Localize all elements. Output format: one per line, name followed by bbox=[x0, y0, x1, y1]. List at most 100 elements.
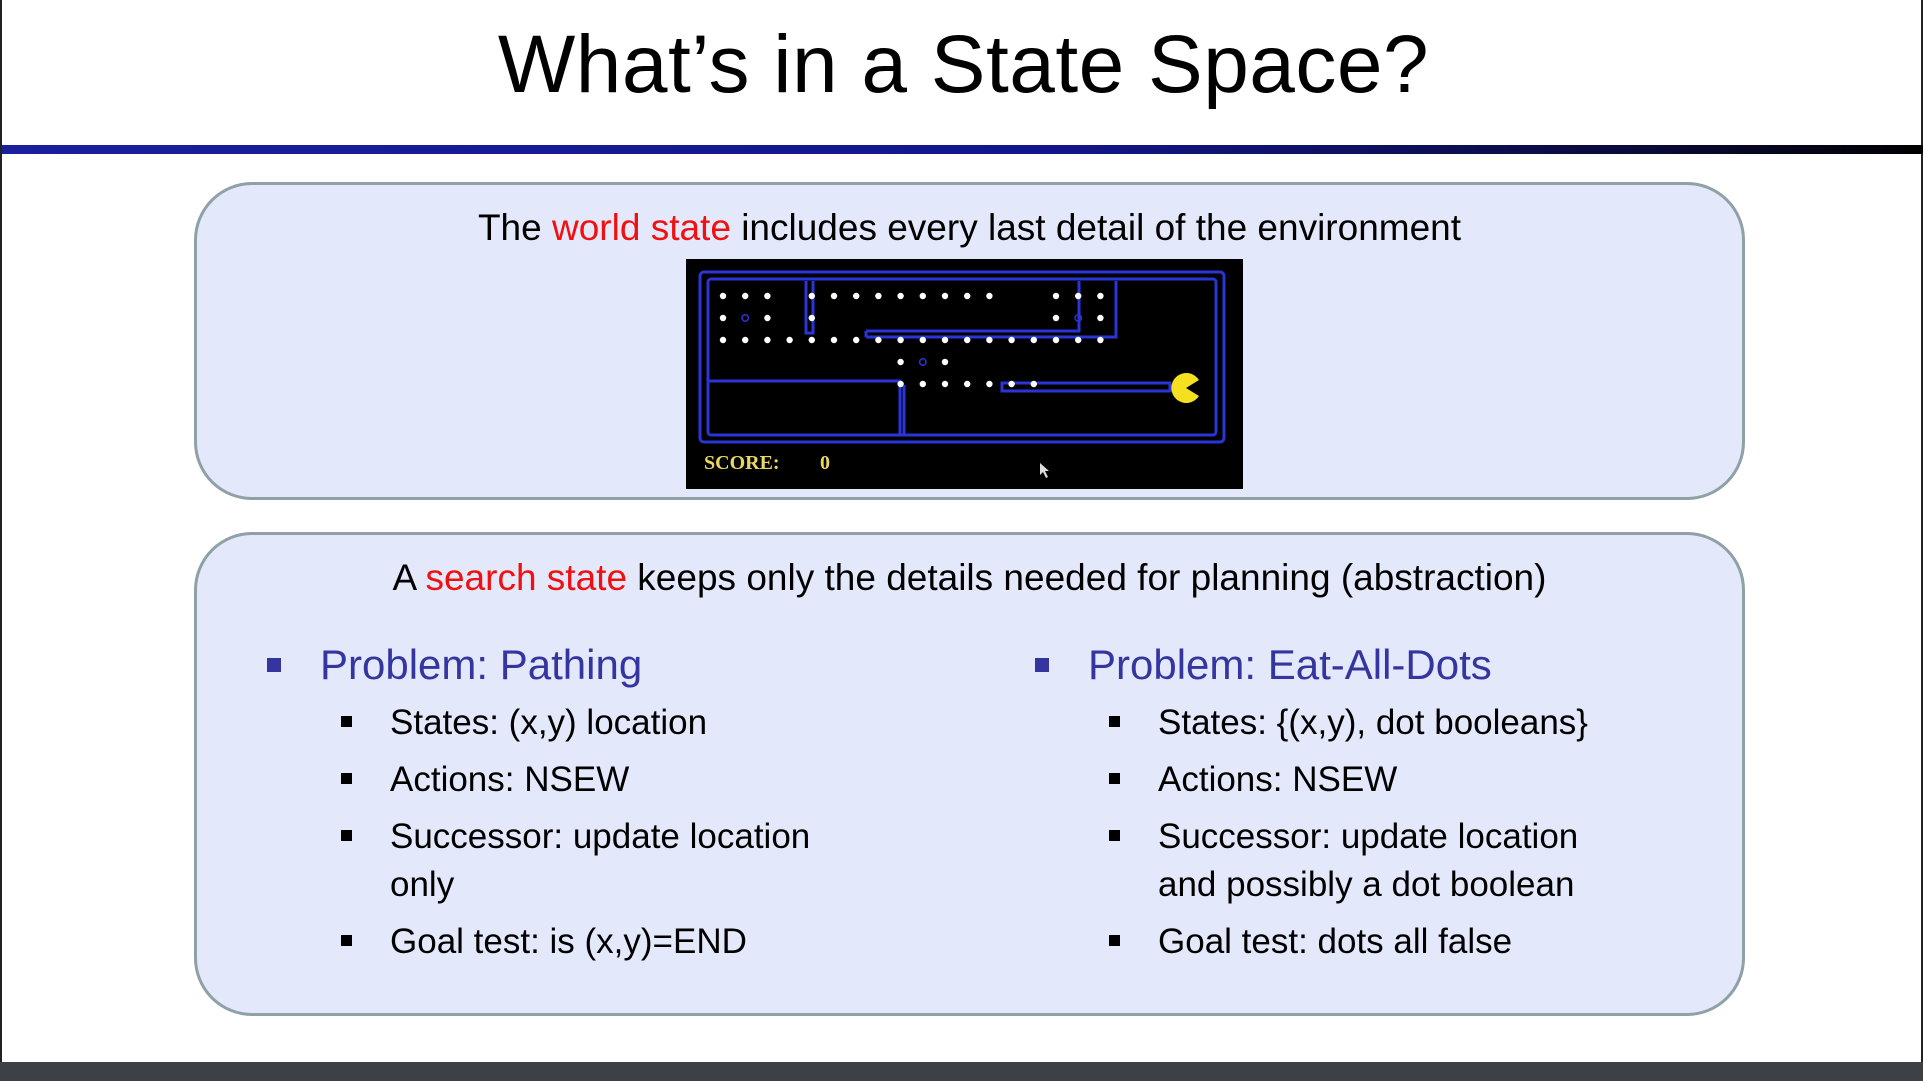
food-dots bbox=[719, 292, 1104, 388]
food-dot bbox=[830, 292, 838, 300]
search-state-term: search state bbox=[425, 557, 628, 598]
pacman-game-screenshot: SCORE: 0 bbox=[686, 259, 1243, 489]
bullet-icon bbox=[1109, 773, 1120, 784]
food-dot bbox=[986, 292, 993, 300]
food-dot bbox=[964, 336, 971, 344]
item-text: Successor: update location only bbox=[390, 817, 811, 904]
item-text: Goal test: dots all false bbox=[1158, 922, 1513, 961]
pathing-column: Problem: Pathing States: (x,y) location … bbox=[267, 635, 860, 975]
food-dot bbox=[853, 336, 860, 344]
eat-all-dots-heading: Problem: Eat-All-Dots bbox=[1035, 635, 1628, 695]
search-state-caption: A search state keeps only the details ne… bbox=[197, 557, 1742, 599]
food-dot bbox=[719, 336, 727, 344]
food-dot bbox=[1097, 292, 1104, 300]
item-text: Successor: update location and possibly … bbox=[1158, 817, 1579, 904]
item-text: Goal test: is (x,y)=END bbox=[390, 922, 747, 961]
caption-text: A bbox=[392, 557, 426, 598]
food-dot bbox=[786, 336, 793, 344]
eat-all-dots-column: Problem: Eat-All-Dots States: {(x,y), do… bbox=[1035, 635, 1628, 975]
world-state-term: world state bbox=[552, 207, 731, 248]
search-state-panel: A search state keeps only the details ne… bbox=[194, 532, 1745, 1016]
world-state-caption: The world state includes every last deta… bbox=[197, 207, 1742, 249]
food-dot bbox=[1030, 336, 1037, 344]
list-item: Actions: NSEW bbox=[267, 756, 860, 804]
food-dot bbox=[875, 336, 882, 344]
food-dot bbox=[1008, 380, 1015, 388]
heading-text: Problem: Pathing bbox=[320, 641, 643, 688]
food-dot bbox=[764, 314, 771, 322]
power-pellet-icon bbox=[918, 358, 927, 366]
food-dot bbox=[941, 380, 949, 388]
food-dot bbox=[742, 336, 749, 344]
food-dot bbox=[1030, 380, 1037, 388]
food-dot bbox=[964, 380, 971, 388]
food-dot bbox=[941, 336, 949, 344]
eat-all-dots-list: States: {(x,y), dot booleans} Actions: N… bbox=[1035, 699, 1628, 966]
bullet-icon bbox=[341, 935, 352, 946]
food-dot bbox=[941, 292, 949, 300]
food-dot bbox=[897, 358, 904, 366]
food-dot bbox=[919, 336, 926, 344]
item-text: States: {(x,y), dot booleans} bbox=[1158, 703, 1588, 742]
food-dot bbox=[941, 358, 949, 366]
caption-text: includes every last detail of the enviro… bbox=[730, 207, 1462, 248]
food-dot bbox=[742, 292, 749, 300]
bottom-bar bbox=[0, 1062, 1923, 1081]
heading-text: Problem: Eat-All-Dots bbox=[1088, 641, 1492, 688]
food-dot bbox=[808, 292, 815, 300]
food-dot bbox=[897, 292, 904, 300]
bullet-icon bbox=[341, 773, 352, 784]
bullet-icon bbox=[341, 716, 352, 727]
list-item: Goal test: dots all false bbox=[1035, 918, 1628, 966]
pathing-list: States: (x,y) location Actions: NSEW Suc… bbox=[267, 699, 860, 966]
mouse-cursor-icon bbox=[1040, 463, 1049, 478]
food-dot bbox=[1075, 292, 1082, 300]
caption-text: keeps only the details needed for planni… bbox=[627, 557, 1547, 598]
food-dot bbox=[875, 292, 882, 300]
list-item: Goal test: is (x,y)=END bbox=[267, 918, 860, 966]
world-state-panel: The world state includes every last deta… bbox=[194, 182, 1745, 500]
food-dot bbox=[897, 380, 904, 388]
list-item: Actions: NSEW bbox=[1035, 756, 1628, 804]
food-dot bbox=[897, 336, 904, 344]
food-dot bbox=[919, 292, 926, 300]
bullet-icon bbox=[1035, 658, 1049, 672]
food-dot bbox=[1097, 314, 1104, 322]
bullet-icon bbox=[1109, 935, 1120, 946]
bullet-icon bbox=[1109, 716, 1120, 727]
food-dot bbox=[830, 336, 838, 344]
score-value: 0 bbox=[820, 452, 830, 474]
pathing-heading: Problem: Pathing bbox=[267, 635, 860, 695]
item-text: Actions: NSEW bbox=[1158, 760, 1398, 799]
list-item: States: {(x,y), dot booleans} bbox=[1035, 699, 1628, 747]
list-item: States: (x,y) location bbox=[267, 699, 860, 747]
title-rule bbox=[2, 145, 1923, 154]
list-item: Successor: update location only bbox=[267, 813, 860, 909]
slide: What’s in a State Space? The world state… bbox=[0, 0, 1923, 1062]
score-label: SCORE: bbox=[704, 452, 780, 474]
item-text: States: (x,y) location bbox=[390, 703, 708, 742]
maze-walls bbox=[698, 270, 1226, 444]
food-dot bbox=[853, 292, 860, 300]
food-dot bbox=[719, 292, 727, 300]
food-dot bbox=[1097, 336, 1104, 344]
bullet-icon bbox=[1109, 830, 1120, 841]
slide-title: What’s in a State Space? bbox=[497, 19, 1430, 110]
bullet-icon bbox=[267, 658, 281, 672]
food-dot bbox=[986, 380, 993, 388]
food-dot bbox=[808, 314, 815, 322]
food-dot bbox=[919, 380, 926, 388]
item-text: Actions: NSEW bbox=[390, 760, 630, 799]
pacman-icon bbox=[1171, 373, 1199, 403]
food-dot bbox=[1052, 336, 1060, 344]
caption-text: The bbox=[477, 207, 552, 248]
list-item: Successor: update location and possibly … bbox=[1035, 813, 1628, 909]
food-dot bbox=[1052, 314, 1060, 322]
food-dot bbox=[1075, 336, 1082, 344]
food-dot bbox=[719, 314, 727, 322]
food-dot bbox=[1008, 336, 1015, 344]
food-dot bbox=[1052, 292, 1060, 300]
food-dot bbox=[986, 336, 993, 344]
power-pellet-icon bbox=[741, 314, 750, 322]
food-dot bbox=[764, 336, 771, 344]
